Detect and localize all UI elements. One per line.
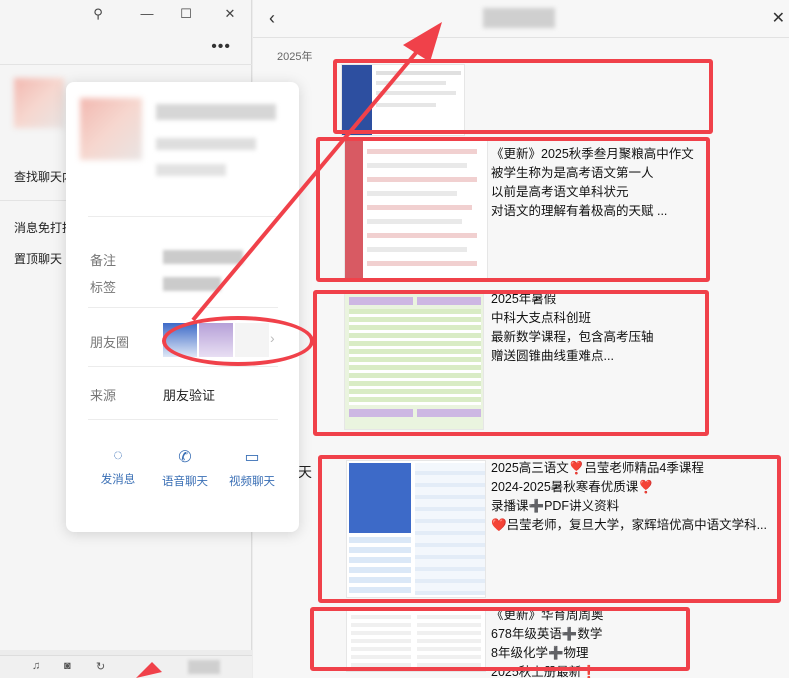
profile-card: 备注 标签 朋友圈 › 来源 朋友验证 ◌ 发消息 ✆ 语音聊天 ▭ 视频聊天 — [66, 82, 314, 532]
bell-icon[interactable]: ♫ — [32, 660, 40, 672]
annotation-box — [333, 59, 713, 134]
source-value: 朋友验证 — [163, 388, 216, 403]
blurred-label — [188, 660, 220, 674]
blurred-title — [483, 8, 555, 28]
refresh-icon[interactable]: ↻ — [96, 660, 105, 673]
chat-bubble-icon: ◌ — [113, 447, 123, 464]
partial-text: 天 — [298, 464, 312, 480]
video-call-button[interactable]: ▭ 视频聊天 — [222, 447, 282, 489]
bottom-toolbar: ♫ ◙ ↻ — [0, 655, 252, 678]
annotation-box — [310, 607, 690, 671]
left-titlebar: ⚲ — ☐ ✕ — [0, 0, 251, 30]
blurred-name — [156, 104, 276, 120]
avatar — [80, 98, 142, 160]
camera-icon[interactable]: ◙ — [64, 660, 71, 672]
moments-header: ‹ ✕ — [253, 0, 789, 38]
maximize-icon[interactable]: ☐ — [177, 6, 195, 22]
phone-icon: ✆ — [178, 449, 192, 466]
annotation-box — [316, 137, 710, 282]
search-chat-content-item[interactable]: 查找聊天内 — [14, 168, 74, 185]
close-icon[interactable]: ✕ — [772, 8, 785, 28]
more-options-icon[interactable]: ••• — [211, 38, 231, 56]
annotation-box — [318, 455, 781, 603]
back-icon[interactable]: ‹ — [269, 8, 275, 29]
blurred-region — [156, 164, 226, 176]
remark-value[interactable] — [163, 250, 243, 264]
voice-call-button[interactable]: ✆ 语音聊天 — [155, 447, 215, 489]
avatar — [14, 78, 64, 128]
remark-label: 备注 — [90, 253, 117, 268]
close-icon[interactable]: ✕ — [221, 6, 239, 22]
video-camera-icon: ▭ — [244, 449, 260, 466]
pin-icon[interactable]: ⚲ — [89, 6, 107, 22]
blurred-id — [156, 138, 256, 150]
annotation-oval — [162, 316, 314, 366]
tag-label: 标签 — [90, 280, 117, 295]
pin-chat-item[interactable]: 置顶聊天 — [14, 250, 62, 267]
year-label: 2025年 — [277, 51, 313, 63]
moments-label: 朋友圈 — [90, 335, 130, 350]
send-message-button[interactable]: ◌ 发消息 — [88, 447, 148, 487]
tag-value[interactable] — [163, 277, 221, 291]
mute-notifications-item[interactable]: 消息免打扰 — [14, 219, 74, 236]
source-label: 来源 — [90, 388, 117, 403]
minimize-icon[interactable]: — — [138, 6, 156, 21]
annotation-box — [313, 290, 709, 436]
